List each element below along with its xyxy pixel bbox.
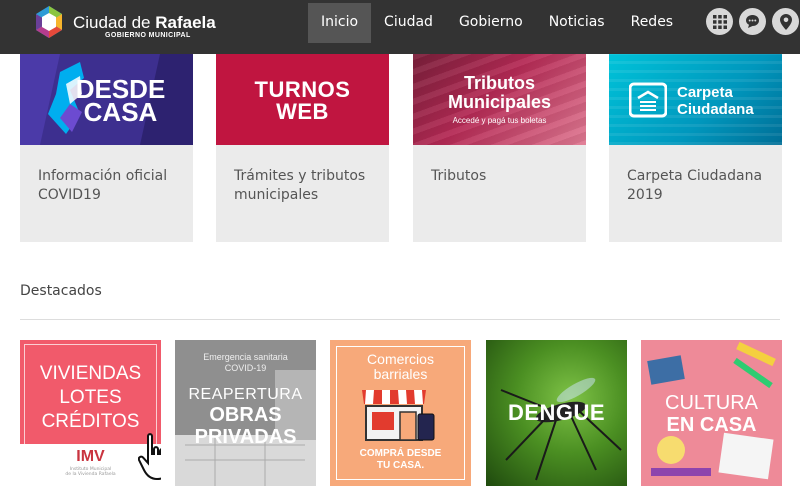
dengue-label: DENGUE bbox=[507, 400, 606, 425]
map-pin-icon[interactable] bbox=[772, 8, 799, 35]
carpeta-line2: Ciudadana bbox=[677, 101, 754, 118]
city-logo-icon bbox=[36, 6, 62, 38]
nav-inicio[interactable]: Inicio bbox=[308, 3, 372, 43]
viviendas-line1: VIVIENDAS bbox=[39, 363, 142, 384]
logo-name: Ciudad de Rafaela bbox=[73, 13, 216, 32]
chat-bubble-icon[interactable] bbox=[739, 8, 766, 35]
nav-redes[interactable]: Redes bbox=[618, 3, 687, 43]
card-tramites-label: Trámites y tributos municipales bbox=[234, 168, 366, 203]
tributos-banner: Tributos Municipales Accedé y pagá tus b… bbox=[413, 54, 586, 145]
tributos-line1: Tributos bbox=[464, 73, 535, 93]
tributos-line2: Municipales bbox=[447, 92, 552, 112]
comercios-bottom-line1: COMPRÁ DESDE bbox=[359, 448, 442, 459]
carpeta-banner: Carpeta Ciudadana bbox=[609, 54, 782, 145]
obras-line1: OBRAS bbox=[209, 404, 282, 426]
tile-viviendas[interactable]: VIVIENDAS LOTES CRÉDITOS IMV Instituto M… bbox=[20, 340, 161, 486]
obras-line2: PRIVADAS bbox=[194, 426, 297, 448]
logo-subtitle: GOBIERNO MUNICIPAL bbox=[105, 32, 191, 39]
cultura-line2: EN CASA bbox=[666, 414, 757, 436]
comercios-top-line1: Comercios bbox=[367, 351, 434, 367]
desde-casa-line2: CASA bbox=[83, 97, 158, 127]
card-tributos-label: Tributos bbox=[431, 168, 487, 184]
nav-ciudad[interactable]: Ciudad bbox=[371, 3, 446, 43]
viviendas-line2: LOTES bbox=[59, 387, 122, 408]
viviendas-line3: CRÉDITOS bbox=[41, 411, 140, 432]
pointing-hand-icon bbox=[138, 433, 161, 481]
destacados-title: Destacados bbox=[20, 283, 102, 299]
card-covid-label: Información oficial COVID19 bbox=[38, 168, 168, 203]
card-tributos[interactable]: Tributos Municipales Accedé y pagá tus b… bbox=[413, 54, 586, 242]
header-icons bbox=[706, 8, 799, 35]
card-tramites[interactable]: TURNOS WEB Trámites y tributos municipal… bbox=[216, 54, 389, 242]
obras-top-line2: COVID-19 bbox=[224, 363, 267, 373]
city-logo[interactable]: Ciudad de Rafaela GOBIERNO MUNICIPAL bbox=[32, 5, 216, 45]
nav-noticias[interactable]: Noticias bbox=[536, 3, 618, 43]
tile-cultura[interactable]: CULTURA EN CASA bbox=[641, 340, 782, 486]
tile-comercios[interactable]: Comercios barriales COMPRÁ DESDE TU CASA… bbox=[330, 340, 471, 486]
card-carpeta-label: Carpeta Ciudadana 2019 bbox=[627, 168, 763, 203]
main-nav: Inicio Ciudad Gobierno Noticias Redes bbox=[308, 3, 686, 43]
comercios-top-line2: barriales bbox=[373, 366, 428, 382]
comercios-bottom-line2: TU CASA. bbox=[376, 460, 425, 471]
turnos-web-line2: WEB bbox=[276, 99, 329, 124]
tributos-subtitle: Accedé y pagá tus boletas bbox=[452, 116, 547, 125]
section-divider bbox=[20, 319, 780, 320]
cultura-line1: CULTURA bbox=[665, 392, 758, 414]
apps-grid-icon[interactable] bbox=[706, 8, 733, 35]
carpeta-line1: Carpeta bbox=[677, 84, 733, 101]
card-covid[interactable]: DESDE CASA Información oficial COVID19 bbox=[20, 54, 193, 242]
turnos-web-banner: TURNOS WEB bbox=[216, 54, 389, 145]
obras-top-line1: Emergencia sanitaria bbox=[203, 352, 288, 362]
tile-dengue[interactable]: DENGUE bbox=[486, 340, 627, 486]
obras-reapertura: REAPERTURA bbox=[188, 386, 303, 403]
desde-casa-banner: DESDE CASA bbox=[20, 54, 193, 145]
turnos-web-line1: TURNOS bbox=[254, 77, 351, 102]
tile-obras-privadas[interactable]: Emergencia sanitaria COVID-19 REAPERTURA… bbox=[175, 340, 316, 486]
nav-gobierno[interactable]: Gobierno bbox=[446, 3, 536, 43]
folder-building-icon bbox=[629, 82, 667, 118]
card-carpeta[interactable]: Carpeta Ciudadana Carpeta Ciudadana 2019 bbox=[609, 54, 782, 242]
top-header: Ciudad de Rafaela GOBIERNO MUNICIPAL Ini… bbox=[0, 0, 800, 54]
storefront-icon bbox=[362, 390, 435, 441]
